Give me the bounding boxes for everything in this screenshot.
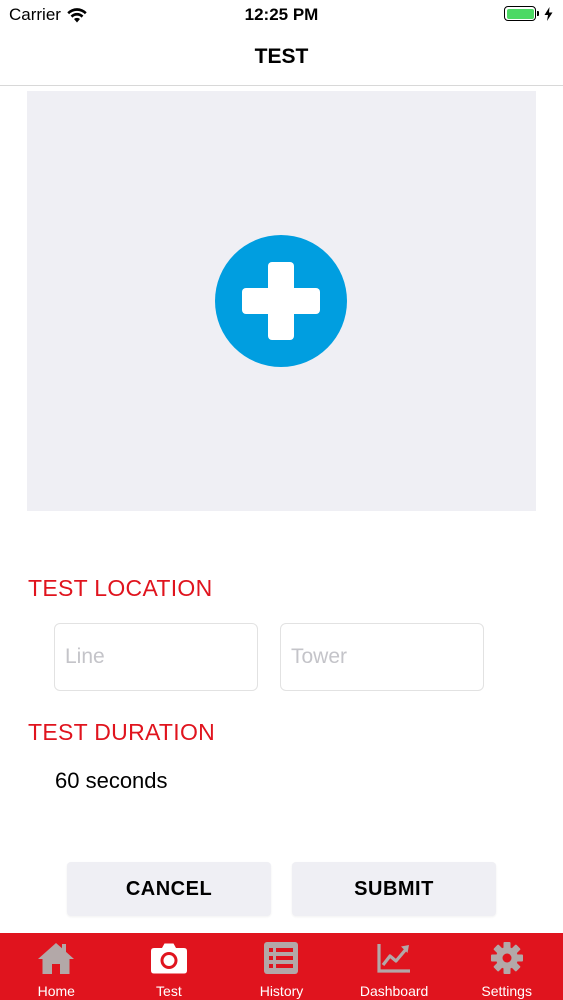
line-input[interactable]: [54, 623, 258, 691]
tab-dashboard-label: Dashboard: [359, 983, 429, 999]
camera-icon: [150, 943, 187, 974]
tab-history[interactable]: History: [225, 933, 338, 1000]
plus-icon: [215, 235, 347, 367]
nav-bar: TEST: [0, 30, 563, 86]
test-location-header: TEST LOCATION: [28, 575, 213, 601]
page-title: TEST: [254, 45, 309, 68]
list-icon: [264, 942, 299, 974]
status-bar: Carrier 12:25 PM: [0, 0, 563, 30]
tab-home-label: Home: [37, 983, 75, 999]
battery-group: [504, 6, 553, 21]
status-time: 12:25 PM: [244, 5, 319, 24]
tab-history-label: History: [259, 983, 304, 999]
tab-bar: Home Test History Dashboard Settings: [0, 933, 563, 1000]
battery-icon: [504, 6, 539, 21]
battery-level-fill: [506, 8, 534, 19]
tab-settings-label: Settings: [481, 983, 532, 999]
cancel-button[interactable]: CANCEL: [67, 862, 271, 916]
submit-button[interactable]: SUBMIT: [292, 862, 496, 916]
chart-icon: [377, 944, 411, 973]
gear-icon: [490, 942, 523, 974]
tab-test-label: Test: [156, 983, 182, 999]
add-image-button[interactable]: [215, 235, 347, 367]
tower-input[interactable]: [280, 623, 484, 691]
tab-settings[interactable]: Settings: [450, 933, 563, 1000]
tab-dashboard[interactable]: Dashboard: [338, 933, 451, 1000]
tab-home[interactable]: Home: [0, 933, 113, 1000]
test-duration-header: TEST DURATION: [28, 719, 216, 745]
test-screen: Carrier 12:25 PM TEST TEST LOCATION Line…: [0, 0, 563, 1000]
plus-icon-vertical-bar: [268, 262, 294, 340]
duration-value: 60 seconds: [55, 768, 168, 793]
home-icon: [38, 943, 75, 974]
charging-bolt-icon: [544, 6, 553, 21]
tab-test[interactable]: Test: [113, 933, 226, 1000]
image-picker-area[interactable]: [27, 91, 536, 511]
